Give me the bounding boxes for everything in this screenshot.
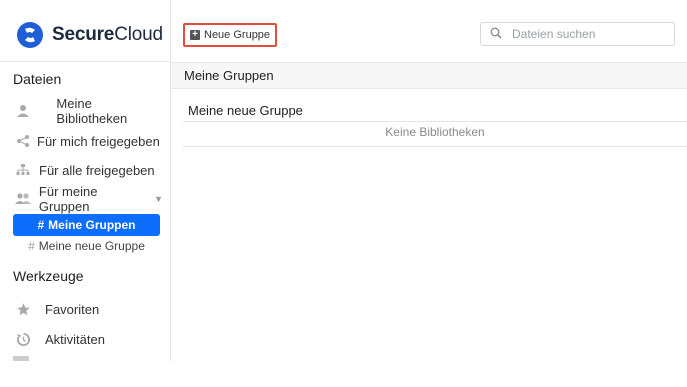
sidebar-item-my-groups[interactable]: Für meine Gruppen ▼ [13, 184, 163, 214]
securecloud-logo-icon [17, 22, 43, 48]
search-icon [490, 27, 502, 42]
new-group-label: Neue Gruppe [204, 29, 271, 41]
group-title[interactable]: Meine neue Gruppe [188, 103, 303, 118]
search-box[interactable] [480, 22, 675, 46]
search-input[interactable] [510, 26, 664, 42]
plus-square-icon: + [190, 30, 200, 40]
user-icon [13, 103, 32, 119]
star-icon [13, 301, 33, 317]
main-content: Meine Gruppen Meine neue Gruppe Keine Bi… [171, 63, 687, 361]
divider [183, 121, 687, 122]
sidebar-item-label: Für alle freigegeben [39, 162, 155, 178]
top-header: + Neue Gruppe [171, 0, 687, 63]
caret-down-icon[interactable]: ▼ [154, 194, 163, 204]
sidebar-group-my-groups[interactable]: # Meine Gruppen [13, 214, 160, 236]
sidebar-group-label: Meine neue Gruppe [38, 239, 145, 253]
brand-name-bold: Secure [52, 24, 115, 45]
brand-name: SecureCloud [52, 24, 163, 46]
sidebar-item-shared-with-me[interactable]: Für mich freigegeben [13, 130, 163, 152]
group-icon [13, 191, 33, 207]
new-group-button[interactable]: + Neue Gruppe [183, 23, 278, 47]
share-icon [13, 133, 33, 149]
page-title: Meine Gruppen [171, 63, 687, 89]
sidebar-item-shared-with-all[interactable]: Für alle freigegeben [13, 159, 163, 181]
sidebar-divider [0, 61, 170, 62]
sidebar-item-label: Aktivitäten [45, 331, 105, 347]
sidebar-item-favorites[interactable]: Favoriten [13, 298, 163, 320]
sidebar-group-label: Meine Gruppen [48, 218, 136, 232]
sidebar-group-new-group[interactable]: # Meine neue Gruppe [13, 237, 160, 255]
hash-icon: # [28, 239, 35, 253]
org-chart-icon [13, 162, 33, 178]
tools-heading: Werkzeuge [13, 268, 84, 284]
divider [183, 146, 687, 147]
sidebar-item-label: Meine Bibliotheken [56, 96, 128, 126]
brand-logo[interactable]: SecureCloud [16, 20, 163, 50]
hash-icon: # [37, 218, 45, 232]
sidebar-item-label: Favoriten [45, 301, 100, 317]
sidebar-item-my-libraries[interactable]: Meine Bibliotheken [13, 96, 163, 126]
sidebar: SecureCloud Dateien Meine Bibliotheken F… [0, 0, 171, 361]
sidebar-item-label: Für mich freigegeben [37, 133, 160, 149]
history-icon [13, 331, 33, 347]
files-heading: Dateien [13, 71, 62, 87]
cut-off-icon [13, 356, 29, 361]
sidebar-item-activities[interactable]: Aktivitäten [13, 328, 163, 350]
sidebar-item-label: Für meine Gruppen [38, 184, 98, 214]
app-window: SecureCloud Dateien Meine Bibliotheken F… [0, 0, 687, 361]
brand-name-rest: Cloud [114, 24, 163, 45]
empty-libraries-message: Keine Bibliotheken [385, 125, 485, 139]
